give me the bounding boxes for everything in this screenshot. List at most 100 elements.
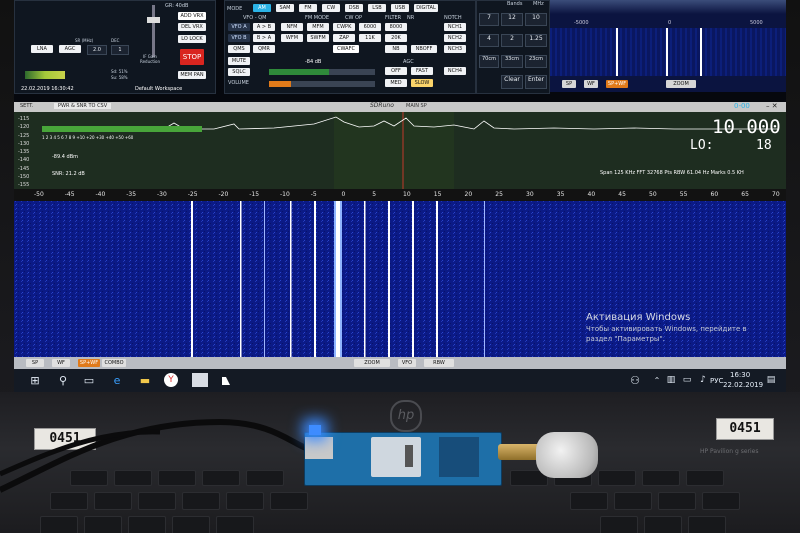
rx-control-panel: GR: 40dB IF Gain Reduction ADD VRX DEL V… <box>14 0 216 94</box>
clear-button[interactable]: Clear <box>501 75 523 89</box>
nch2-button[interactable]: NCH2 <box>444 34 466 42</box>
sett-button[interactable]: SETT. <box>20 103 33 109</box>
sp-wf-button[interactable]: SP+WF <box>78 359 100 367</box>
qms-button[interactable]: QMS <box>228 45 250 53</box>
rbw-button[interactable]: RBW <box>424 359 454 367</box>
cwafc-button[interactable]: CWAFC <box>333 45 359 53</box>
sdruno-taskbar-icon[interactable] <box>192 373 208 387</box>
scale-tick: -40 <box>95 191 106 198</box>
language-indicator[interactable]: РУС <box>710 377 723 385</box>
dec-value-field[interactable]: 1 <box>111 45 129 55</box>
search-icon[interactable]: ⚲ <box>54 371 72 389</box>
volume-slider-fill <box>269 81 291 87</box>
lna-button[interactable]: LNA <box>31 45 53 53</box>
filter-11k-button[interactable]: 11K <box>359 34 381 42</box>
windows-start-icon[interactable]: ⊞ <box>26 371 44 389</box>
vfo-button[interactable]: VFO <box>398 359 416 367</box>
wf-button[interactable]: WF <box>52 359 70 367</box>
nfm-button[interactable]: NFM <box>281 23 303 31</box>
band-70cm[interactable]: 70cm <box>479 55 499 68</box>
sp-button[interactable]: SP <box>26 359 44 367</box>
sqlc-button[interactable]: SQLC <box>228 68 250 76</box>
mini-zoom-button[interactable]: ZOOM <box>666 80 696 88</box>
b-to-a-button[interactable]: B > A <box>253 34 275 42</box>
mode-digital-button[interactable]: DIGITAL <box>414 4 438 12</box>
band-33cm[interactable]: 33cm <box>501 55 523 68</box>
mode-usb-button[interactable]: USB <box>391 4 409 12</box>
mini-spwf-button[interactable]: SP+WF <box>606 80 628 88</box>
agc-off-button[interactable]: OFF <box>385 67 407 75</box>
laptop-chassis: hp HP Pavilion g series 0451 0451 <box>0 392 800 533</box>
filter-20k-button[interactable]: 20K <box>385 34 407 42</box>
pwr-snr-csv-button[interactable]: PWR & SNR TO CSV <box>54 103 112 109</box>
filter-8000-button[interactable]: 8000 <box>385 23 407 31</box>
mode-fm-button[interactable]: FM <box>299 4 317 12</box>
band-125[interactable]: 1.25 <box>525 34 547 47</box>
mute-button[interactable]: MUTE <box>228 57 250 65</box>
band-2[interactable]: 2 <box>501 34 523 47</box>
scale-tick: -15 <box>249 191 260 198</box>
zoom-button[interactable]: ZOOM <box>354 359 390 367</box>
clock-date[interactable]: 22.02.2019 <box>723 381 763 389</box>
mini-tick-pos: 5000 <box>750 20 763 26</box>
nch3-button[interactable]: NCH3 <box>444 45 466 53</box>
scale-tick: 0 <box>341 191 346 198</box>
key-4[interactable]: 4 <box>479 34 499 47</box>
agc-slow-button[interactable]: SLOW <box>411 79 433 87</box>
wfm-button[interactable]: WFM <box>281 34 303 42</box>
mode-am-button[interactable]: AM <box>253 4 271 12</box>
combo-button[interactable]: COMBO <box>102 359 126 367</box>
vfo-b-button[interactable]: VFO B <box>228 34 250 42</box>
people-icon[interactable]: ⚇ <box>626 371 644 389</box>
window-controls[interactable]: – ✕ <box>766 102 778 110</box>
volume-label: VOLUME <box>228 80 249 86</box>
agc-button[interactable]: AGC <box>59 45 81 53</box>
frequency-display[interactable]: 10.000 <box>712 116 781 138</box>
nch4-button[interactable]: NCH4 <box>444 67 466 75</box>
task-view-icon[interactable]: ▭ <box>80 371 98 389</box>
band-12[interactable]: 12 <box>501 13 523 26</box>
band-10[interactable]: 10 <box>525 13 547 26</box>
zap-button[interactable]: ZAP <box>333 34 355 42</box>
scale-tick: 70 <box>772 191 780 198</box>
agc-fast-button[interactable]: FAST <box>411 67 433 75</box>
band-23cm[interactable]: 23cm <box>525 55 547 68</box>
mini-wf-button[interactable]: WF <box>584 80 598 88</box>
mode-lsb-button[interactable]: LSB <box>368 4 386 12</box>
nr-label: NR <box>407 15 415 21</box>
sr-value-field[interactable]: 2.0 <box>87 45 107 55</box>
clock-time[interactable]: 16:30 <box>730 371 750 379</box>
mouse-cursor <box>222 377 230 385</box>
nch1-button[interactable]: NCH1 <box>444 23 466 31</box>
explorer-icon[interactable]: ▬ <box>136 371 154 389</box>
mini-sp-button[interactable]: SP <box>562 80 576 88</box>
mode-dsb-button[interactable]: DSB <box>345 4 363 12</box>
mfm-button[interactable]: MFM <box>307 23 329 31</box>
gain-slider-track[interactable] <box>152 5 155 57</box>
del-vrx-button[interactable]: DEL VRX <box>178 23 206 31</box>
edge-icon[interactable]: e <box>108 371 126 389</box>
notifications-icon[interactable]: ▤ <box>762 371 780 389</box>
gr-label: GR: 40dB <box>165 3 189 9</box>
cwpk-button[interactable]: CWPK <box>333 23 355 31</box>
mem-pan-button[interactable]: MEM PAN <box>178 71 206 79</box>
vfo-a-button[interactable]: VFO A <box>228 23 250 31</box>
stop-button[interactable]: STOP <box>180 49 204 65</box>
add-vrx-button[interactable]: ADD VRX <box>178 12 206 20</box>
qmr-button[interactable]: QMR <box>253 45 275 53</box>
a-to-b-button[interactable]: A > B <box>253 23 275 31</box>
mode-sam-button[interactable]: SAM <box>276 4 294 12</box>
lo-lock-button[interactable]: LO LOCK <box>178 35 206 43</box>
yandex-icon[interactable]: Y <box>164 373 178 387</box>
key-7[interactable]: 7 <box>479 13 499 26</box>
mode-cw-button[interactable]: CW <box>322 4 340 12</box>
swfm-button[interactable]: SWFM <box>307 34 329 42</box>
nb-button[interactable]: NB <box>385 45 407 53</box>
lo-value[interactable]: 18 <box>756 138 772 153</box>
gain-slider-thumb[interactable] <box>147 17 160 23</box>
nboff-button[interactable]: NBOFF <box>411 45 437 53</box>
enter-button[interactable]: Enter <box>525 75 547 89</box>
filter-6000-button[interactable]: 6000 <box>359 23 381 31</box>
db-tick: -115 <box>18 116 30 122</box>
agc-med-button[interactable]: MED <box>385 79 407 87</box>
